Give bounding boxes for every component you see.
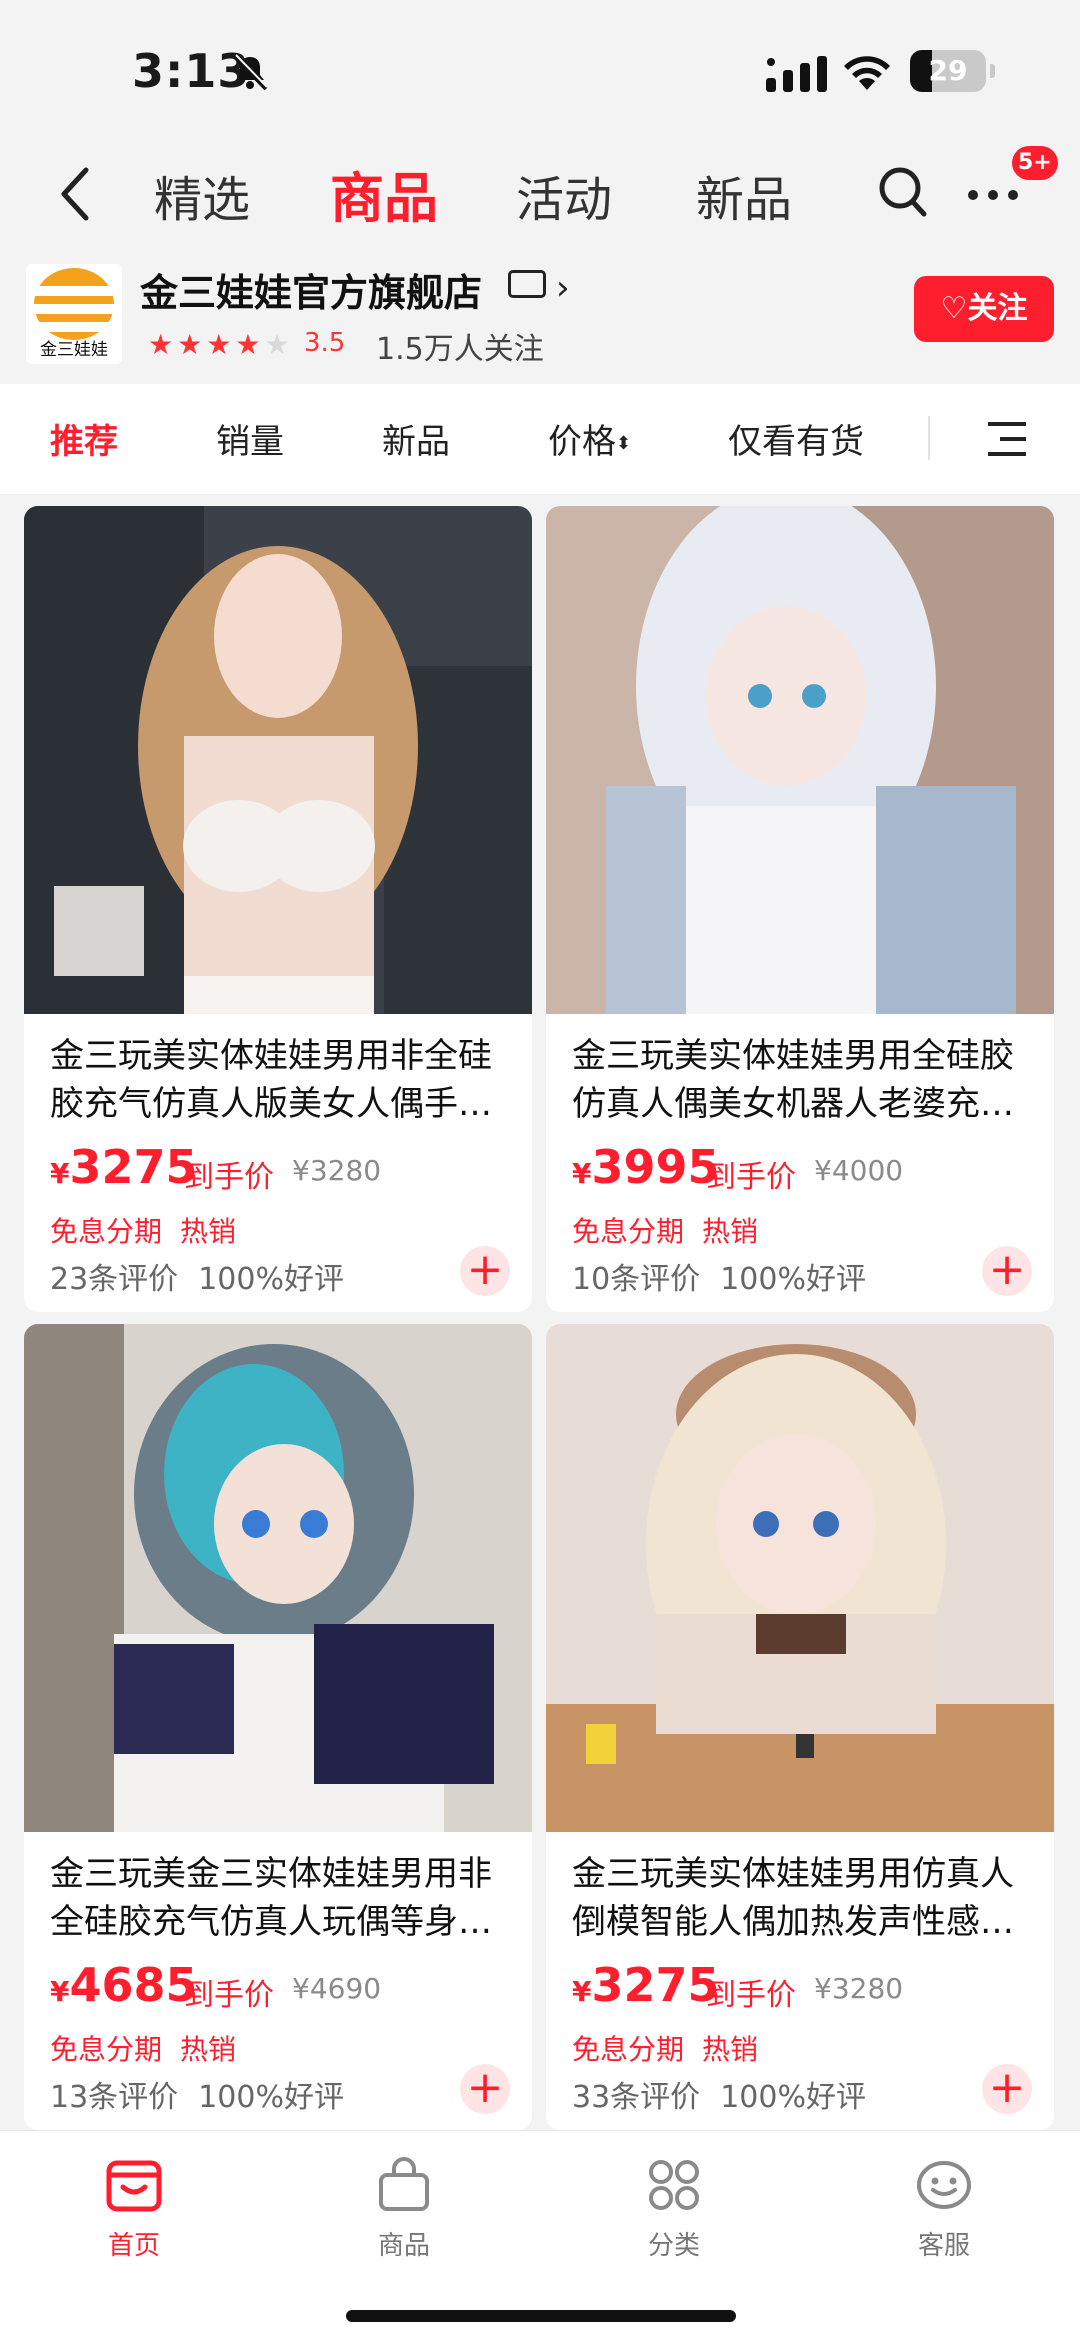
- tab-new[interactable]: 新品: [696, 160, 792, 230]
- home-indicator[interactable]: [346, 2310, 736, 2322]
- product-image[interactable]: [24, 506, 532, 1014]
- back-icon[interactable]: [56, 164, 96, 224]
- product-title[interactable]: 金三玩美实体娃娃男用非全硅胶充气仿真人版美女人偶手…: [50, 1032, 520, 1128]
- shop-logo-text: 金三娃娃: [40, 340, 108, 360]
- search-icon[interactable]: [876, 164, 928, 220]
- original-price: ¥4690: [292, 1972, 382, 2005]
- product-reviews: 13条评价 100%好评: [50, 2080, 344, 2115]
- cellular-signal-icon: [766, 56, 827, 92]
- star-icon: ★: [264, 328, 294, 361]
- add-to-cart-button[interactable]: +: [982, 1246, 1032, 1296]
- add-to-cart-button[interactable]: +: [460, 1246, 510, 1296]
- original-price: ¥3280: [814, 1972, 904, 2005]
- add-to-cart-button[interactable]: +: [982, 2064, 1032, 2114]
- product-image[interactable]: [546, 506, 1054, 1014]
- product-reviews: 23条评价 100%好评: [50, 1262, 344, 1297]
- category-icon: [649, 2160, 699, 2210]
- product-title[interactable]: 金三玩美实体娃娃男用仿真人倒模智能人偶加热发声性感…: [572, 1850, 1042, 1946]
- star-icon: ★: [148, 328, 178, 361]
- chevron-right-icon[interactable]: ›: [556, 268, 570, 308]
- filter-in-stock[interactable]: 仅看有货: [728, 414, 864, 463]
- product-tags: 免息分期 热销: [572, 1215, 759, 1248]
- shop-icon: [106, 2160, 162, 2212]
- tab-featured[interactable]: 精选: [154, 160, 250, 230]
- star-icon: ★: [235, 328, 265, 361]
- battery-indicator: 29: [910, 50, 995, 92]
- product-price: ¥3275: [572, 1958, 720, 2012]
- shop-name[interactable]: 金三娃娃官方旗舰店: [140, 262, 482, 317]
- product-tags: 免息分期 热销: [572, 2033, 759, 2066]
- bell-muted-icon: [233, 54, 268, 91]
- customer-service-icon: [917, 2161, 971, 2209]
- bottom-tab-label: 客服: [917, 2231, 970, 2261]
- tab-activities[interactable]: 活动: [516, 160, 612, 230]
- deal-price-label: 到手价: [706, 1160, 796, 1195]
- bottom-tab-category[interactable]: 分类: [614, 2157, 734, 2262]
- product-price: ¥3995: [572, 1140, 720, 1194]
- deal-price-label: 到手价: [184, 1978, 274, 2013]
- deal-price-label: 到手价: [184, 1160, 274, 1195]
- sort-icon: ⬍: [616, 433, 632, 454]
- product-card[interactable]: 金三玩美金三实体娃娃男用非全硅胶充气仿真人玩偶等身… ¥4685 到手价 ¥46…: [24, 1324, 532, 2130]
- product-tags: 免息分期 热销: [50, 2033, 237, 2066]
- original-price: ¥4000: [814, 1154, 904, 1187]
- filter-price-label: 价格: [548, 422, 616, 462]
- status-bar: 3:13 29: [0, 0, 1080, 140]
- notification-badge: 5+: [1012, 146, 1058, 180]
- rating-stars: ★★★★★: [148, 328, 294, 361]
- bottom-tab-label: 商品: [377, 2231, 430, 2261]
- bottom-tab-service[interactable]: 客服: [884, 2157, 1004, 2262]
- follow-button[interactable]: ♡关注: [914, 276, 1054, 342]
- bag-icon: [379, 2157, 429, 2211]
- wifi-icon: [844, 56, 890, 90]
- product-title[interactable]: 金三玩美金三实体娃娃男用非全硅胶充气仿真人玩偶等身…: [50, 1850, 520, 1946]
- product-image[interactable]: [24, 1324, 532, 1832]
- filter-new[interactable]: 新品: [382, 414, 450, 463]
- shop-followers: 1.5万人关注: [376, 332, 544, 367]
- product-card[interactable]: 金三玩美实体娃娃男用仿真人倒模智能人偶加热发声性感… ¥3275 到手价 ¥32…: [546, 1324, 1054, 2130]
- product-price: ¥3275: [50, 1140, 198, 1194]
- original-price: ¥3280: [292, 1154, 382, 1187]
- list-view-icon[interactable]: [984, 420, 1028, 458]
- star-icon: ★: [177, 328, 207, 361]
- shop-rating: 3.5: [304, 328, 346, 358]
- product-title[interactable]: 金三玩美实体娃娃男用全硅胶仿真人偶美女机器人老婆充…: [572, 1032, 1042, 1128]
- shop-logo[interactable]: 金三娃娃: [26, 264, 122, 364]
- heart-icon: ♡: [940, 291, 968, 326]
- bottom-tab-products[interactable]: 商品: [344, 2157, 464, 2262]
- filter-bar: 推荐 销量 新品 价格⬍ 仅看有货: [0, 384, 1080, 494]
- top-nav: 精选 商品 活动 新品 5+: [0, 140, 1080, 250]
- shop-header: 金三娃娃 金三娃娃官方旗舰店 › ★★★★★ 3.5 1.5万人关注 ♡关注: [0, 250, 1080, 380]
- product-reviews: 10条评价 100%好评: [572, 1262, 866, 1297]
- battery-percent: 29: [928, 54, 968, 87]
- deal-price-label: 到手价: [706, 1978, 796, 2013]
- filter-price[interactable]: 价格⬍: [548, 414, 631, 463]
- filter-sales[interactable]: 销量: [216, 414, 284, 463]
- follow-label: 关注: [967, 291, 1028, 326]
- bottom-tab-home[interactable]: 首页: [74, 2157, 194, 2262]
- product-card[interactable]: 金三玩美实体娃娃男用非全硅胶充气仿真人版美女人偶手… ¥3275 到手价 ¥32…: [24, 506, 532, 1312]
- product-tags: 免息分期 热销: [50, 1215, 237, 1248]
- bottom-tab-label: 首页: [107, 2231, 160, 2261]
- shop-card-icon: [508, 270, 546, 298]
- product-reviews: 33条评价 100%好评: [572, 2080, 866, 2115]
- product-image[interactable]: [546, 1324, 1054, 1832]
- more-icon[interactable]: [966, 188, 1020, 202]
- filter-divider: [928, 416, 930, 460]
- product-price: ¥4685: [50, 1958, 198, 2012]
- tab-products[interactable]: 商品: [330, 154, 438, 233]
- filter-recommended[interactable]: 推荐: [50, 414, 118, 463]
- product-card[interactable]: 金三玩美实体娃娃男用全硅胶仿真人偶美女机器人老婆充… ¥3995 到手价 ¥40…: [546, 506, 1054, 1312]
- star-icon: ★: [206, 328, 236, 361]
- bottom-tab-label: 分类: [647, 2231, 700, 2261]
- add-to-cart-button[interactable]: +: [460, 2064, 510, 2114]
